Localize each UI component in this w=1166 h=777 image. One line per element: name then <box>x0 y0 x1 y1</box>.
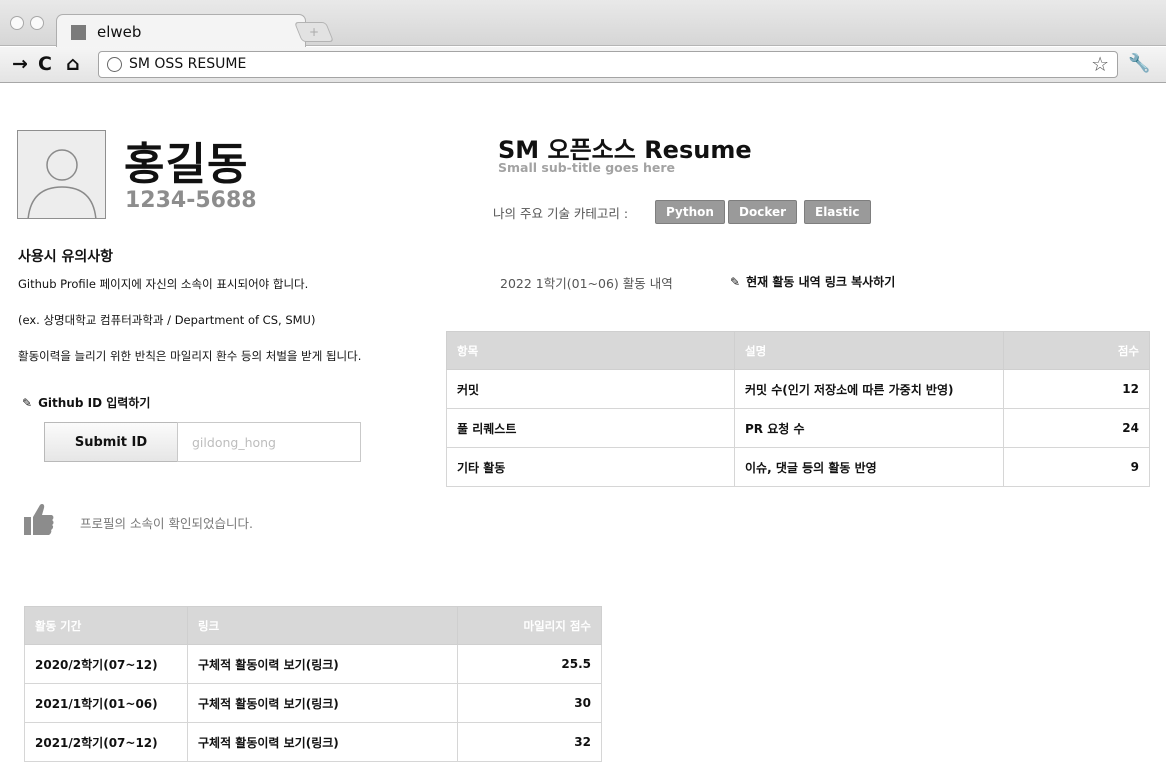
browser-chrome: elweb + → C ⌂ SM OSS RESUME ☆ 🔧 <box>0 0 1166 84</box>
score-table: 항목 설명 점수 커밋 커밋 수(인기 저장소에 따른 가중치 반영) 12 풀… <box>446 331 1150 487</box>
notice-heading: 사용시 유의사항 <box>18 249 114 265</box>
table-row: 기타 활동 이슈, 댓글 등의 활동 반영 9 <box>446 447 1150 487</box>
browser-tab[interactable]: elweb <box>56 14 306 47</box>
history-table: 활동 기간 링크 마일리지 점수 2020/2학기(07~12) 구체적 활동이… <box>24 606 602 762</box>
table-cell: 기타 활동 <box>446 447 735 487</box>
table-cell: 풀 리퀘스트 <box>446 408 735 448</box>
tab-title: elweb <box>97 23 142 41</box>
address-text: SM OSS RESUME <box>129 56 247 72</box>
table-row: 2021/1학기(01~06) 구체적 활동이력 보기(링크) 30 <box>24 683 602 723</box>
column-header-period: 활동 기간 <box>24 606 188 645</box>
table-cell: 커밋 수(인기 저장소에 따른 가중치 반영) <box>734 369 1004 409</box>
github-id-input[interactable] <box>177 422 361 462</box>
table-cell: 12 <box>1003 369 1150 409</box>
pencil-icon: ✎ <box>22 396 33 410</box>
home-icon[interactable]: ⌂ <box>66 53 80 75</box>
notice-line-3: 활동이력을 늘리기 위한 반칙은 마일리지 환수 등의 처벌을 받게 됩니다. <box>18 349 362 363</box>
table-row: 풀 리퀘스트 PR 요청 수 24 <box>446 408 1150 448</box>
notice-line-1: Github Profile 페이지에 자신의 소속이 표시되어야 합니다. <box>18 277 309 291</box>
table-cell: 이슈, 댓글 등의 활동 반영 <box>734 447 1004 487</box>
table-cell: 2021/1학기(01~06) <box>24 683 188 723</box>
table-header-row: 활동 기간 링크 마일리지 점수 <box>24 606 602 645</box>
table-cell: 2021/2학기(07~12) <box>24 722 188 762</box>
thumbs-up-icon <box>24 504 54 535</box>
new-tab-button[interactable]: + <box>293 22 335 42</box>
star-icon[interactable]: ☆ <box>1091 52 1109 76</box>
skill-badge-python: Python <box>655 200 725 224</box>
copy-activity-link-label: 현재 활동 내역 링크 복사하기 <box>746 275 896 289</box>
activity-period-label: 2022 1학기(01~06) 활동 내역 <box>500 276 673 291</box>
pencil-icon: ✎ <box>730 275 741 289</box>
table-row: 2021/2학기(07~12) 구체적 활동이력 보기(링크) 32 <box>24 722 602 762</box>
table-row: 커밋 커밋 수(인기 저장소에 따른 가중치 반영) 12 <box>446 369 1150 409</box>
table-cell: 32 <box>457 722 602 762</box>
table-cell: 커밋 <box>446 369 735 409</box>
profile-phone: 1234-5688 <box>125 188 257 213</box>
copy-activity-link[interactable]: ✎ 현재 활동 내역 링크 복사하기 <box>730 273 895 290</box>
person-icon <box>27 149 97 218</box>
history-detail-link[interactable]: 구체적 활동이력 보기(링크) <box>187 722 458 762</box>
address-bar[interactable]: SM OSS RESUME ☆ <box>98 51 1118 78</box>
table-cell: 2020/2학기(07~12) <box>24 644 188 684</box>
skill-badge-docker: Docker <box>728 200 798 224</box>
browser-toolbar: → C ⌂ SM OSS RESUME ☆ 🔧 <box>0 47 1166 83</box>
plus-icon: + <box>308 25 320 39</box>
profile-name: 홍길동 <box>124 139 249 190</box>
reload-icon[interactable]: C <box>38 53 52 75</box>
github-id-heading-label: Github ID 입력하기 <box>38 396 151 410</box>
github-id-heading: ✎ Github ID 입력하기 <box>22 394 150 411</box>
page-subtitle: Small sub-title goes here <box>498 160 676 175</box>
table-cell: 30 <box>457 683 602 723</box>
affiliation-confirm-text: 프로필의 소속이 확인되었습니다. <box>80 516 253 531</box>
column-header-item: 항목 <box>446 331 735 370</box>
table-cell: PR 요청 수 <box>734 408 1004 448</box>
column-header-score: 점수 <box>1003 331 1150 370</box>
wrench-icon[interactable]: 🔧 <box>1128 53 1150 74</box>
history-detail-link[interactable]: 구체적 활동이력 보기(링크) <box>187 683 458 723</box>
table-cell: 25.5 <box>457 644 602 684</box>
skill-badge-elastic: Elastic <box>804 200 871 224</box>
notice-line-2: (ex. 상명대학교 컴퓨터과학과 / Department of CS, SM… <box>18 313 316 327</box>
skills-label: 나의 주요 기술 카테고리 : <box>493 206 629 221</box>
window-minimize-button[interactable] <box>30 16 44 30</box>
table-header-row: 항목 설명 점수 <box>446 331 1150 370</box>
favicon-icon <box>71 25 86 40</box>
column-header-description: 설명 <box>734 331 1004 370</box>
column-header-mileage: 마일리지 점수 <box>457 606 602 645</box>
history-detail-link[interactable]: 구체적 활동이력 보기(링크) <box>187 644 458 684</box>
column-header-link: 링크 <box>187 606 458 645</box>
table-cell: 9 <box>1003 447 1150 487</box>
arrow-right-icon[interactable]: → <box>12 53 28 75</box>
window-close-button[interactable] <box>10 16 24 30</box>
submit-id-button[interactable]: Submit ID <box>44 422 178 462</box>
globe-icon <box>107 57 122 72</box>
tab-bar: elweb + <box>0 0 1166 47</box>
avatar <box>17 130 106 219</box>
table-cell: 24 <box>1003 408 1150 448</box>
table-row: 2020/2학기(07~12) 구체적 활동이력 보기(링크) 25.5 <box>24 644 602 684</box>
